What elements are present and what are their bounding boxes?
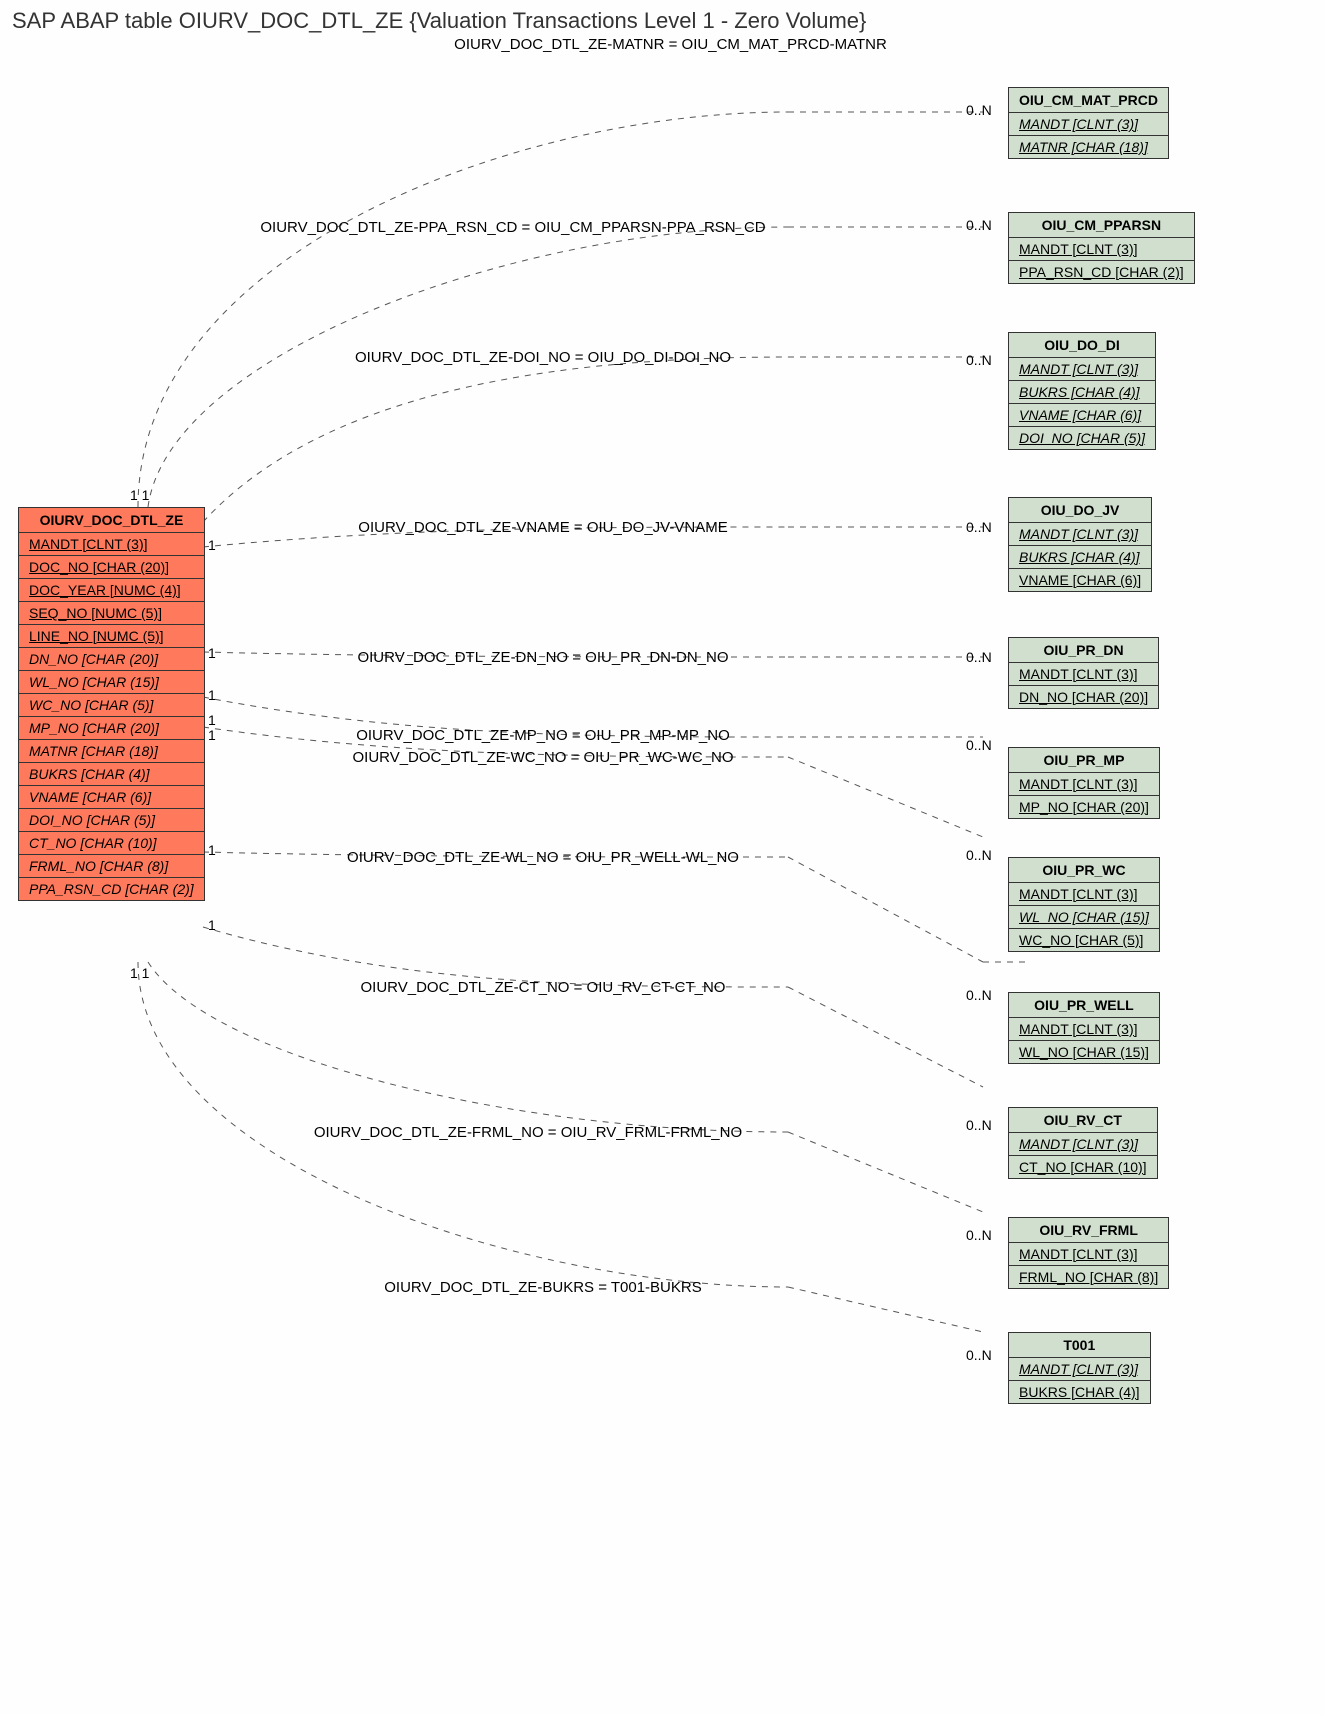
entity-header: OIU_DO_JV (1009, 498, 1151, 523)
entity-field: FRML_NO [CHAR (8)] (1009, 1266, 1168, 1288)
cardinality-label: 1 (208, 645, 216, 661)
entity-field: MANDT [CLNT (3)] (1009, 773, 1159, 796)
entity-field: WL_NO [CHAR (15)] (1009, 906, 1159, 929)
entity-field: BUKRS [CHAR (4)] (1009, 381, 1155, 404)
entity-field: VNAME [CHAR (6)] (1009, 569, 1151, 591)
entity-header: OIU_CM_MAT_PRCD (1009, 88, 1168, 113)
entity-field: CT_NO [CHAR (10)] (19, 832, 204, 855)
entity-field: MP_NO [CHAR (20)] (19, 717, 204, 740)
entity-header: OIU_RV_CT (1009, 1108, 1157, 1133)
entity-oiu-pr-well: OIU_PR_WELL MANDT [CLNT (3)] WL_NO [CHAR… (1008, 992, 1160, 1064)
entity-source: OIURV_DOC_DTL_ZE MANDT [CLNT (3)] DOC_NO… (18, 507, 205, 901)
entity-field: DOI_NO [CHAR (5)] (19, 809, 204, 832)
entity-field: WC_NO [CHAR (5)] (1009, 929, 1159, 951)
cardinality-label: 0..N (966, 987, 992, 1003)
entity-field: FRML_NO [CHAR (8)] (19, 855, 204, 878)
entity-header: OIU_PR_WC (1009, 858, 1159, 883)
relation-label: OIURV_DOC_DTL_ZE-MP_NO = OIU_PR_MP-MP_NO (308, 727, 778, 744)
entity-oiu-do-jv: OIU_DO_JV MANDT [CLNT (3)] BUKRS [CHAR (… (1008, 497, 1152, 592)
entity-field: MP_NO [CHAR (20)] (1009, 796, 1159, 818)
entity-header: OIU_RV_FRML (1009, 1218, 1168, 1243)
er-diagram: OIURV_DOC_DTL_ZE MANDT [CLNT (3)] DOC_NO… (8, 57, 1318, 1707)
relation-label: OIURV_DOC_DTL_ZE-BUKRS = T001-BUKRS (308, 1279, 778, 1296)
cardinality-label: 0..N (966, 519, 992, 535)
relation-label: OIURV_DOC_DTL_ZE-WC_NO = OIU_PR_WC-WC_NO (308, 749, 778, 766)
entity-field: DOI_NO [CHAR (5)] (1009, 427, 1155, 449)
entity-header: OIU_CM_PPARSN (1009, 213, 1194, 238)
entity-header: T001 (1009, 1333, 1150, 1358)
relation-label: OIURV_DOC_DTL_ZE-PPA_RSN_CD = OIU_CM_PPA… (248, 219, 778, 236)
entity-field: PPA_RSN_CD [CHAR (2)] (1009, 261, 1194, 283)
entity-field: SEQ_NO [NUMC (5)] (19, 602, 204, 625)
entity-field: WC_NO [CHAR (5)] (19, 694, 204, 717)
entity-header: OIU_PR_WELL (1009, 993, 1159, 1018)
entity-oiu-pr-wc: OIU_PR_WC MANDT [CLNT (3)] WL_NO [CHAR (… (1008, 857, 1160, 952)
entity-field: MANDT [CLNT (3)] (1009, 1133, 1157, 1156)
cardinality-label: 1 1 (130, 487, 149, 503)
entity-field: VNAME [CHAR (6)] (1009, 404, 1155, 427)
relation-label: OIURV_DOC_DTL_ZE-DN_NO = OIU_PR_DN-DN_NO (308, 649, 778, 666)
cardinality-label: 1 (208, 687, 216, 703)
entity-t001: T001 MANDT [CLNT (3)] BUKRS [CHAR (4)] (1008, 1332, 1151, 1404)
entity-header: OIU_DO_DI (1009, 333, 1155, 358)
cardinality-label: 0..N (966, 1117, 992, 1133)
cardinality-label: 0..N (966, 847, 992, 863)
entity-oiu-cm-mat-prcd: OIU_CM_MAT_PRCD MANDT [CLNT (3)] MATNR [… (1008, 87, 1169, 159)
entity-field: MATNR [CHAR (18)] (19, 740, 204, 763)
entity-field: VNAME [CHAR (6)] (19, 786, 204, 809)
cardinality-label: 0..N (966, 1227, 992, 1243)
entity-field: MANDT [CLNT (3)] (1009, 883, 1159, 906)
entity-field: MANDT [CLNT (3)] (1009, 663, 1158, 686)
cardinality-label: 0..N (966, 102, 992, 118)
relation-label: OIURV_DOC_DTL_ZE-CT_NO = OIU_RV_CT-CT_NO (308, 979, 778, 996)
entity-oiu-cm-pparsn: OIU_CM_PPARSN MANDT [CLNT (3)] PPA_RSN_C… (1008, 212, 1195, 284)
cardinality-label: 1 1 (130, 965, 149, 981)
entity-oiu-rv-frml: OIU_RV_FRML MANDT [CLNT (3)] FRML_NO [CH… (1008, 1217, 1169, 1289)
entity-field: DOC_NO [CHAR (20)] (19, 556, 204, 579)
entity-field: DN_NO [CHAR (20)] (19, 648, 204, 671)
entity-oiu-pr-dn: OIU_PR_DN MANDT [CLNT (3)] DN_NO [CHAR (… (1008, 637, 1159, 709)
entity-field: LINE_NO [NUMC (5)] (19, 625, 204, 648)
diagram-subtitle: OIURV_DOC_DTL_ZE-MATNR = OIU_CM_MAT_PRCD… (8, 36, 1325, 53)
entity-field: DN_NO [CHAR (20)] (1009, 686, 1158, 708)
entity-field: BUKRS [CHAR (4)] (19, 763, 204, 786)
entity-field: MANDT [CLNT (3)] (1009, 358, 1155, 381)
entity-field: CT_NO [CHAR (10)] (1009, 1156, 1157, 1178)
entity-header: OIU_PR_DN (1009, 638, 1158, 663)
entity-field: DOC_YEAR [NUMC (4)] (19, 579, 204, 602)
relation-label: OIURV_DOC_DTL_ZE-WL_NO = OIU_PR_WELL-WL_… (308, 849, 778, 866)
entity-field: MANDT [CLNT (3)] (1009, 238, 1194, 261)
entity-field: PPA_RSN_CD [CHAR (2)] (19, 878, 204, 900)
relation-label: OIURV_DOC_DTL_ZE-FRML_NO = OIU_RV_FRML-F… (278, 1124, 778, 1141)
cardinality-label: 0..N (966, 217, 992, 233)
entity-field: MANDT [CLNT (3)] (19, 533, 204, 556)
entity-oiu-pr-mp: OIU_PR_MP MANDT [CLNT (3)] MP_NO [CHAR (… (1008, 747, 1160, 819)
entity-source-header: OIURV_DOC_DTL_ZE (19, 508, 204, 533)
entity-field: MANDT [CLNT (3)] (1009, 1243, 1168, 1266)
entity-field: WL_NO [CHAR (15)] (1009, 1041, 1159, 1063)
entity-field: MANDT [CLNT (3)] (1009, 113, 1168, 136)
cardinality-label: 0..N (966, 352, 992, 368)
cardinality-label: 1 (208, 917, 216, 933)
entity-field: BUKRS [CHAR (4)] (1009, 546, 1151, 569)
entity-oiu-rv-ct: OIU_RV_CT MANDT [CLNT (3)] CT_NO [CHAR (… (1008, 1107, 1158, 1179)
relation-label: OIURV_DOC_DTL_ZE-DOI_NO = OIU_DO_DI-DOI_… (308, 349, 778, 366)
cardinality-label: 1 (208, 537, 216, 553)
cardinality-label: 0..N (966, 1347, 992, 1363)
cardinality-label: 1 (208, 712, 216, 728)
entity-field: WL_NO [CHAR (15)] (19, 671, 204, 694)
cardinality-label: 1 (208, 842, 216, 858)
cardinality-label: 1 (208, 727, 216, 743)
entity-field: MANDT [CLNT (3)] (1009, 1358, 1150, 1381)
entity-field: MATNR [CHAR (18)] (1009, 136, 1168, 158)
entity-field: BUKRS [CHAR (4)] (1009, 1381, 1150, 1403)
cardinality-label: 0..N (966, 649, 992, 665)
cardinality-label: 0..N (966, 737, 992, 753)
page-title: SAP ABAP table OIURV_DOC_DTL_ZE {Valuati… (8, 8, 1325, 34)
relation-label: OIURV_DOC_DTL_ZE-VNAME = OIU_DO_JV-VNAME (308, 519, 778, 536)
entity-field: MANDT [CLNT (3)] (1009, 523, 1151, 546)
entity-header: OIU_PR_MP (1009, 748, 1159, 773)
entity-field: MANDT [CLNT (3)] (1009, 1018, 1159, 1041)
entity-oiu-do-di: OIU_DO_DI MANDT [CLNT (3)] BUKRS [CHAR (… (1008, 332, 1156, 450)
